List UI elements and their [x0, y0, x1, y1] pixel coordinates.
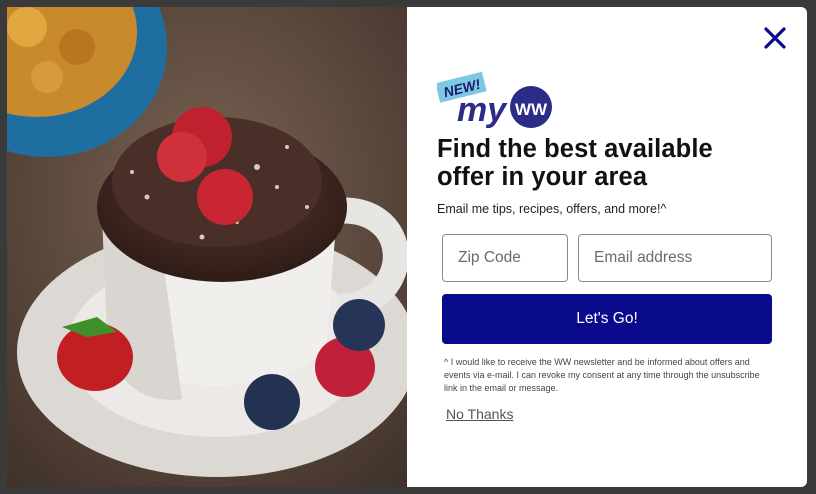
- mug-cake-photo: [7, 7, 417, 487]
- offer-content: NEW! my WW Find the best available offer…: [407, 7, 807, 487]
- lets-go-button[interactable]: Let's Go!: [442, 294, 772, 344]
- logo-graphic: NEW! my WW: [435, 71, 552, 129]
- no-thanks-link[interactable]: No Thanks: [446, 406, 513, 422]
- subheading: Email me tips, recipes, offers, and more…: [437, 202, 667, 216]
- close-button[interactable]: [762, 25, 788, 51]
- mug-cake-image: [7, 7, 417, 487]
- my-ww-logo: NEW! my WW: [435, 69, 557, 129]
- logo-wordmark: my: [457, 91, 508, 129]
- email-input[interactable]: [578, 234, 772, 282]
- legal-disclaimer: ^ I would like to receive the WW newslet…: [444, 357, 760, 393]
- offer-modal: NEW! my WW Find the best available offer…: [7, 7, 807, 487]
- logo-mark-text: WW: [515, 100, 548, 119]
- zip-code-input[interactable]: [442, 234, 568, 282]
- headline: Find the best available offer in your ar…: [437, 135, 713, 191]
- close-icon: [764, 27, 786, 49]
